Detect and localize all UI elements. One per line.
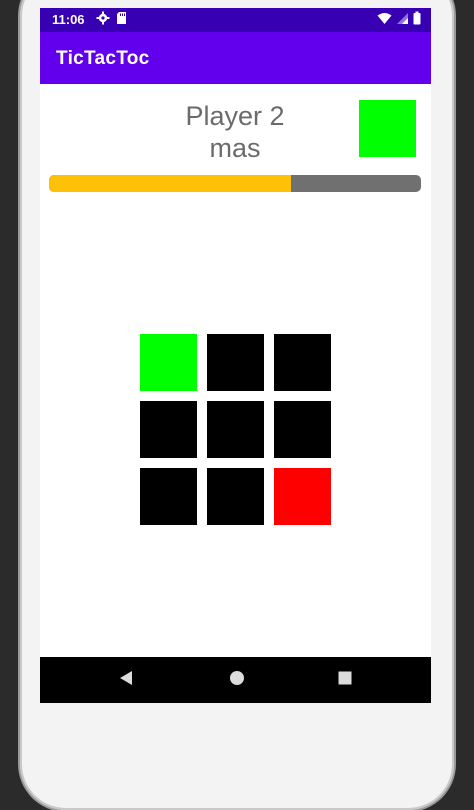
back-icon[interactable] bbox=[118, 669, 134, 692]
game-board bbox=[140, 334, 331, 525]
turn-progress-fill bbox=[49, 175, 291, 192]
turn-progress-bar bbox=[49, 175, 421, 192]
status-bar: 11:06 bbox=[40, 8, 431, 32]
recents-icon[interactable] bbox=[337, 669, 353, 692]
board-cell-0-1[interactable] bbox=[207, 334, 264, 391]
board-cell-2-0[interactable] bbox=[140, 468, 197, 525]
current-player-label: Player 2 mas bbox=[140, 100, 330, 164]
board-cell-2-1[interactable] bbox=[207, 468, 264, 525]
player-color-swatch bbox=[359, 100, 416, 157]
app-title: TicTacToc bbox=[56, 48, 150, 69]
board-cell-1-2[interactable] bbox=[274, 401, 331, 458]
board-cell-1-0[interactable] bbox=[140, 401, 197, 458]
device-screen: 11:06 TicTacToc Player 2 mas bbox=[40, 8, 431, 703]
signal-icon bbox=[396, 12, 409, 28]
status-time: 11:06 bbox=[52, 12, 85, 27]
navigation-bar bbox=[40, 657, 431, 703]
settings-gear-icon bbox=[96, 11, 110, 28]
player-sublabel: mas bbox=[209, 133, 261, 163]
board-cell-0-2[interactable] bbox=[274, 334, 331, 391]
home-icon[interactable] bbox=[228, 669, 246, 692]
wifi-icon bbox=[377, 12, 392, 28]
sd-card-icon bbox=[116, 11, 127, 28]
app-bar: TicTacToc bbox=[40, 32, 431, 84]
battery-icon bbox=[413, 11, 421, 28]
board-cell-0-0[interactable] bbox=[140, 334, 197, 391]
player-name: Player 2 bbox=[185, 101, 285, 131]
board-cell-1-1[interactable] bbox=[207, 401, 264, 458]
board-cell-2-2[interactable] bbox=[274, 468, 331, 525]
